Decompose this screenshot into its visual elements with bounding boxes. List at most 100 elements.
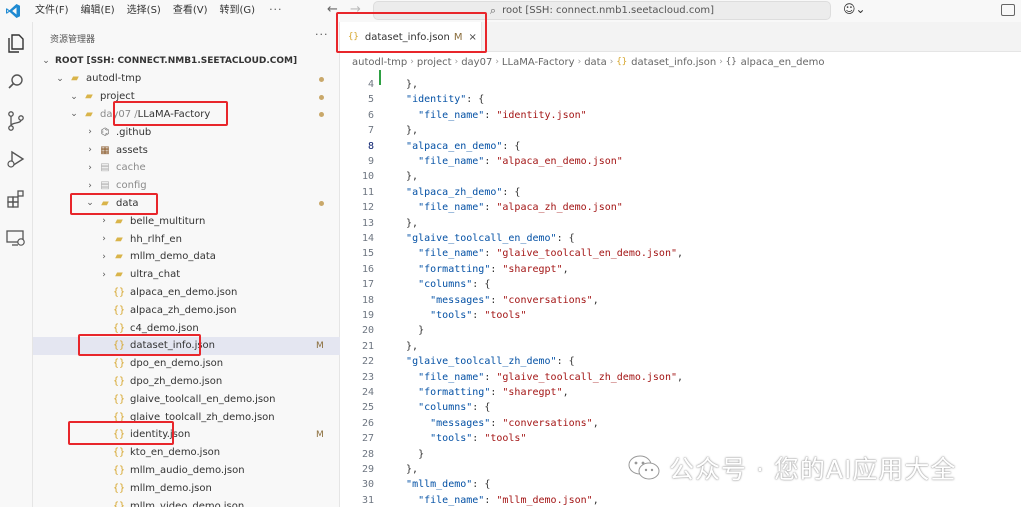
tree-item-label: mllm_demo_data xyxy=(130,251,216,263)
json-file-icon: {} xyxy=(112,375,126,387)
tree-item[interactable]: {} kto_en_demo.json xyxy=(33,444,340,462)
tree-item[interactable]: {} dpo_en_demo.json xyxy=(33,355,340,373)
chevron-right-icon[interactable]: › xyxy=(85,127,95,137)
json-file-icon: {} xyxy=(112,322,126,334)
line-number: 12 xyxy=(361,202,374,214)
tree-item-label: glaive_toolcall_en_demo.json xyxy=(130,393,276,405)
git-status-badge: M xyxy=(316,429,324,440)
chevron-down-icon[interactable]: ⌄ xyxy=(69,92,79,102)
modified-dot-icon xyxy=(319,94,324,100)
tree-item[interactable]: › ▦ assets xyxy=(33,141,340,159)
breadcrumb-item[interactable]: alpaca_en_demo xyxy=(741,57,825,68)
chevron-down-icon[interactable]: ⌄ xyxy=(55,74,65,84)
extensions-icon[interactable] xyxy=(5,188,27,210)
chevron-right-icon[interactable]: › xyxy=(85,163,95,173)
tree-item[interactable]: {} glaive_toolcall_en_demo.json xyxy=(33,390,340,408)
json-file-icon: {} xyxy=(616,57,628,67)
code-line: 7 }, xyxy=(340,123,1021,138)
json-file-icon: {} xyxy=(112,304,126,316)
chevron-right-icon[interactable]: › xyxy=(99,216,109,226)
code-text: } xyxy=(394,325,425,337)
breadcrumb-item[interactable]: LLaMA-Factory xyxy=(502,57,575,68)
line-number: 22 xyxy=(361,356,374,368)
code-line: 6 "file_name": "identity.json" xyxy=(340,108,1021,123)
chevron-right-icon[interactable]: › xyxy=(99,252,109,262)
menu-view[interactable]: 查看(V) xyxy=(167,3,214,19)
tree-item-label: autodl-tmp xyxy=(86,73,142,85)
folder-icon: ▰ xyxy=(115,251,123,263)
code-line: 25 "columns": { xyxy=(340,400,1021,415)
chevron-down-icon[interactable]: ⌄ xyxy=(41,56,51,66)
line-number: 10 xyxy=(361,171,374,183)
tree-item[interactable]: {} mllm_demo.json xyxy=(33,479,340,497)
menu-file[interactable]: 文件(F) xyxy=(29,3,75,19)
modified-dot-icon xyxy=(319,76,324,82)
chevron-right-icon[interactable]: › xyxy=(85,181,95,191)
code-line: 21 }, xyxy=(340,339,1021,354)
folder-icon: ▰ xyxy=(85,91,93,103)
breadcrumb-item[interactable]: day07 xyxy=(461,57,492,68)
breadcrumb-item[interactable]: dataset_info.json xyxy=(631,57,716,68)
tree-item[interactable]: {} alpaca_zh_demo.json xyxy=(33,301,340,319)
tree-item-label: belle_multiturn xyxy=(130,215,206,227)
line-number: 27 xyxy=(361,433,374,445)
chevron-right-icon: › xyxy=(609,57,614,67)
line-number: 17 xyxy=(361,279,374,291)
line-number: 6 xyxy=(367,109,374,121)
tree-item[interactable]: ⌄ ROOT [SSH: CONNECT.NMB1.SEETACLOUD.COM] xyxy=(33,52,340,70)
tree-item[interactable]: › ▰ mllm_demo_data xyxy=(33,248,340,266)
tree-item[interactable]: › ▰ hh_rlhf_en xyxy=(33,230,340,248)
line-number: 23 xyxy=(361,371,374,383)
chevron-right-icon[interactable]: › xyxy=(99,234,109,244)
chevron-down-icon[interactable]: ⌄ xyxy=(69,109,79,119)
tree-item[interactable]: {} mllm_video_demo.json xyxy=(33,497,340,507)
chevron-right-icon: › xyxy=(410,57,414,67)
code-text: "file_name": "mllm_demo.json", xyxy=(418,494,599,506)
explorer-title: 资源管理器 xyxy=(50,35,96,45)
object-symbol-icon: {} xyxy=(725,57,737,67)
tree-item[interactable]: › ▤ cache xyxy=(33,159,340,177)
source-control-icon[interactable] xyxy=(5,110,27,132)
breadcrumb-item[interactable]: autodl-tmp xyxy=(352,57,407,68)
code-line: 19 "tools": "tools" xyxy=(340,308,1021,323)
menu-edit[interactable]: 编辑(E) xyxy=(75,3,121,19)
explorer-more-button[interactable]: ··· xyxy=(315,28,329,41)
code-text: }, xyxy=(394,171,419,183)
menu-go[interactable]: 转到(G) xyxy=(214,3,262,19)
chevron-right-icon[interactable]: › xyxy=(85,145,95,155)
annotation-box-tab xyxy=(336,12,487,53)
folder-icon: ▰ xyxy=(85,108,93,120)
tree-item[interactable]: {} dpo_zh_demo.json xyxy=(33,372,340,390)
search-icon[interactable] xyxy=(5,71,27,93)
activity-bar xyxy=(0,22,33,507)
folder-icon: ▰ xyxy=(115,269,123,281)
watermark-text: 公众号 · 您的AI应用大全 xyxy=(669,455,957,484)
tree-item[interactable]: › ▰ ultra_chat xyxy=(33,266,340,284)
line-number: 16 xyxy=(361,263,374,275)
line-number: 20 xyxy=(361,325,374,337)
breadcrumb-item[interactable]: project xyxy=(417,57,452,68)
wechat-logo-icon xyxy=(628,455,660,480)
line-number: 30 xyxy=(361,479,374,491)
tree-item-label: config xyxy=(116,180,147,192)
tree-item-label: .github xyxy=(116,126,152,138)
code-editor[interactable]: 4 }, 5 "identity": {6 "file_name": "ident… xyxy=(340,70,1021,507)
tree-item[interactable]: {} alpaca_en_demo.json xyxy=(33,283,340,301)
tree-item-label: ROOT [SSH: CONNECT.NMB1.SEETACLOUD.COM] xyxy=(55,56,298,66)
tree-item[interactable]: › ▤ config xyxy=(33,177,340,195)
copilot-icon[interactable]: ☺⌄ xyxy=(843,2,866,16)
layout-icon[interactable] xyxy=(1001,4,1015,16)
explorer-icon[interactable] xyxy=(5,32,27,54)
line-number: 14 xyxy=(361,233,374,244)
line-number: 21 xyxy=(361,340,374,352)
breadcrumb-item[interactable]: data xyxy=(584,57,607,68)
run-debug-icon[interactable] xyxy=(5,148,27,170)
line-number: 15 xyxy=(361,248,374,260)
menu-more-button[interactable]: ··· xyxy=(261,3,291,19)
tree-item[interactable]: ⌄ ▰ autodl-tmp xyxy=(33,70,340,88)
remote-explorer-icon[interactable] xyxy=(5,227,27,249)
tree-item[interactable]: {} mllm_audio_demo.json xyxy=(33,461,340,479)
menu-selection[interactable]: 选择(S) xyxy=(121,3,167,19)
chevron-right-icon[interactable]: › xyxy=(99,270,109,280)
tree-item-label: cache xyxy=(116,162,146,174)
